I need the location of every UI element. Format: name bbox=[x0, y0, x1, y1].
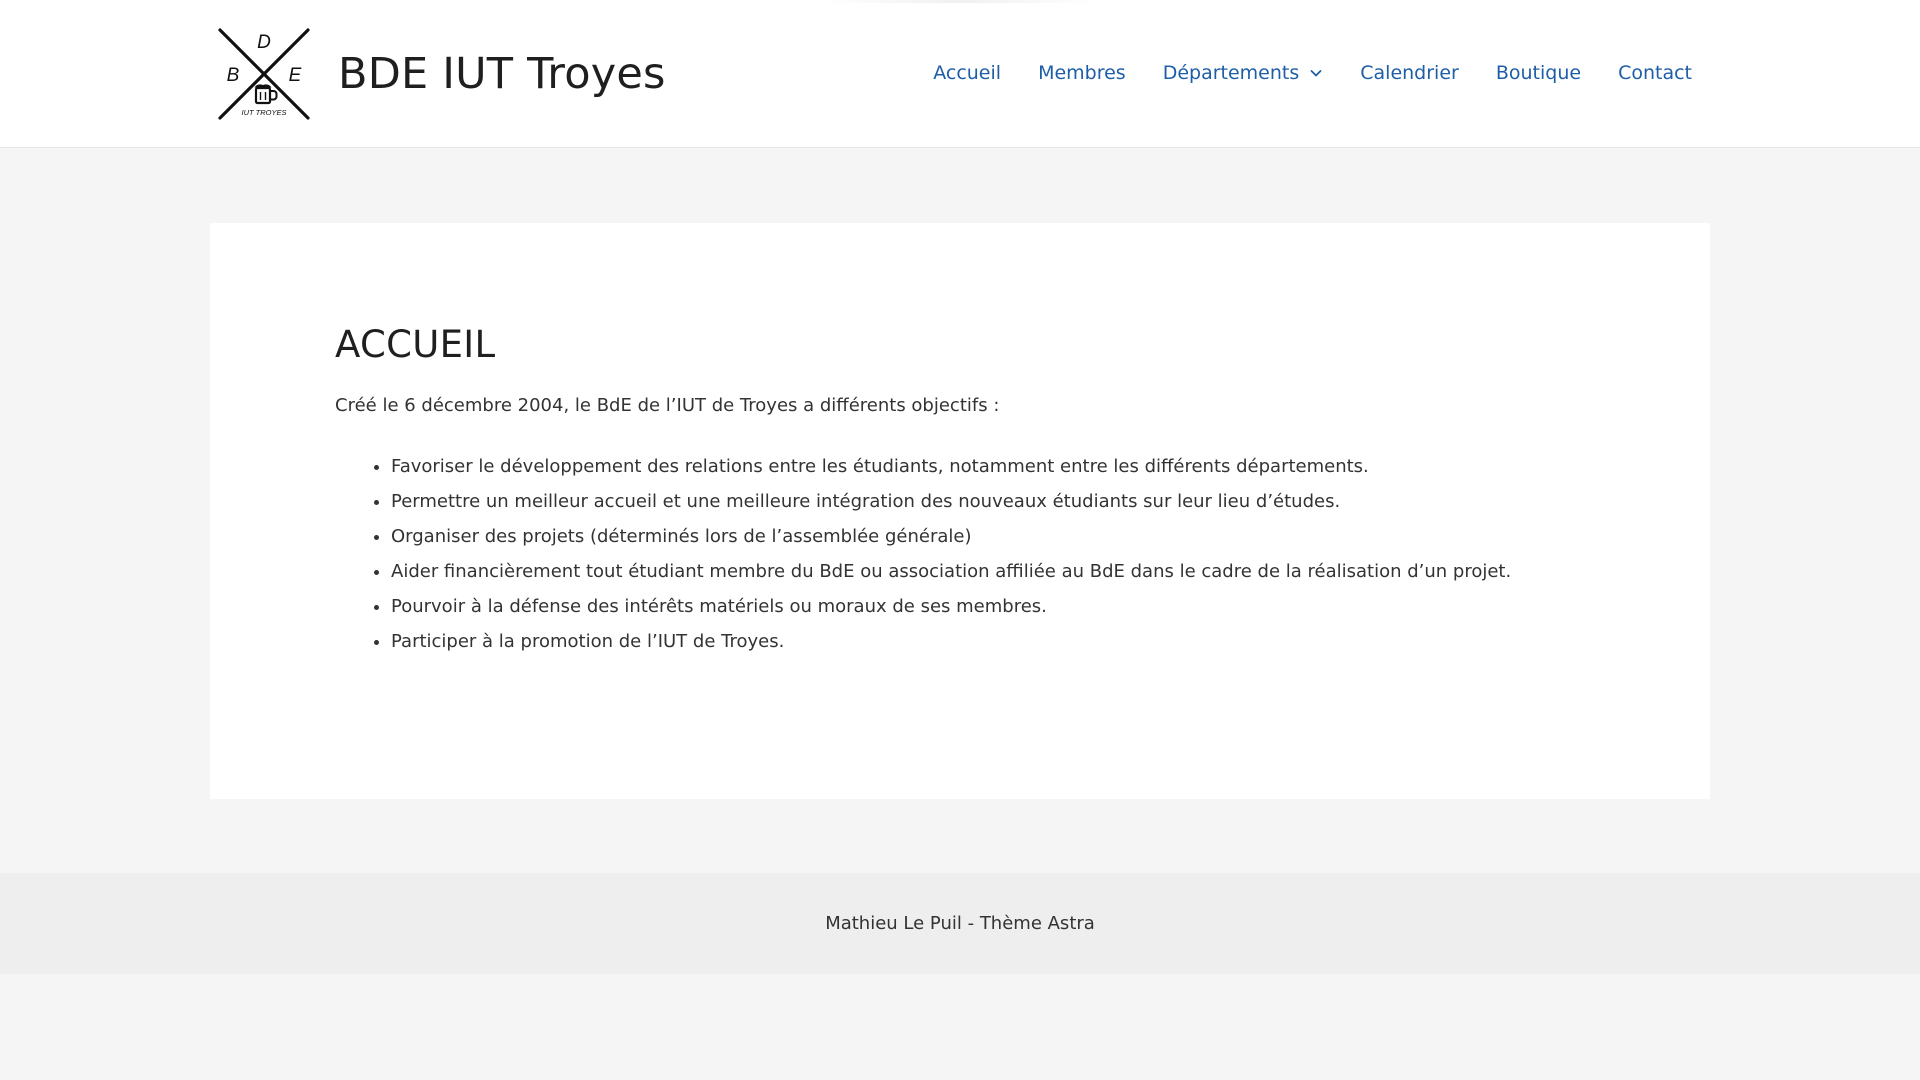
site-header: D B E IUT TROYES BDE IUT Troyes Accueil … bbox=[0, 0, 1920, 148]
nav-calendrier[interactable]: Calendrier bbox=[1360, 62, 1459, 84]
page-title: ACCUEIL bbox=[335, 323, 496, 366]
nav-departements[interactable]: Départements bbox=[1163, 62, 1324, 84]
content-card: ACCUEIL Créé le 6 décembre 2004, le BdE … bbox=[210, 223, 1710, 799]
list-item: Organiser des projets (déterminés lors d… bbox=[391, 519, 1585, 554]
nav-calendrier-label: Calendrier bbox=[1360, 62, 1459, 84]
bde-logo[interactable]: D B E IUT TROYES bbox=[216, 26, 312, 122]
logo-letter-e: E bbox=[289, 65, 302, 86]
logo-letter-b: B bbox=[227, 65, 240, 86]
list-item: Aider financièrement tout étudiant membr… bbox=[391, 554, 1585, 589]
intro-paragraph: Créé le 6 décembre 2004, le BdE de l’IUT… bbox=[335, 395, 1000, 417]
site-title[interactable]: BDE IUT Troyes bbox=[338, 49, 666, 99]
list-item: Participer à la promotion de l’IUT de Tr… bbox=[391, 624, 1585, 659]
nav-membres[interactable]: Membres bbox=[1038, 62, 1126, 84]
nav-accueil[interactable]: Accueil bbox=[933, 62, 1001, 84]
footer-credit: Mathieu Le Puil - Thème Astra bbox=[825, 913, 1095, 934]
site-branding: D B E IUT TROYES BDE IUT Troyes bbox=[216, 24, 666, 124]
list-item: Pourvoir à la défense des intérêts matér… bbox=[391, 589, 1585, 624]
nav-departements-label: Départements bbox=[1162, 62, 1300, 84]
nav-boutique-label: Boutique bbox=[1495, 62, 1582, 84]
logo-letter-d: D bbox=[257, 32, 271, 53]
nav-contact-label: Contact bbox=[1618, 62, 1692, 84]
list-item: Permettre un meilleur accueil et une mei… bbox=[391, 484, 1585, 519]
nav-membres-label: Membres bbox=[1038, 62, 1126, 84]
site-footer: Mathieu Le Puil - Thème Astra bbox=[0, 873, 1920, 974]
page-article: ACCUEIL Créé le 6 décembre 2004, le BdE … bbox=[335, 323, 1585, 659]
objectives-list: Favoriser le développement des relations… bbox=[335, 449, 1585, 659]
beer-mug-icon bbox=[254, 84, 278, 105]
nav-contact[interactable]: Contact bbox=[1618, 62, 1692, 84]
list-item: Favoriser le développement des relations… bbox=[391, 449, 1585, 484]
nav-accueil-label: Accueil bbox=[933, 62, 1002, 84]
main-navigation: Accueil Membres Départements Calendrier … bbox=[933, 0, 1692, 146]
logo-tagline: IUT TROYES bbox=[241, 108, 286, 117]
chevron-down-icon[interactable] bbox=[1309, 66, 1323, 80]
nav-boutique[interactable]: Boutique bbox=[1496, 62, 1581, 84]
